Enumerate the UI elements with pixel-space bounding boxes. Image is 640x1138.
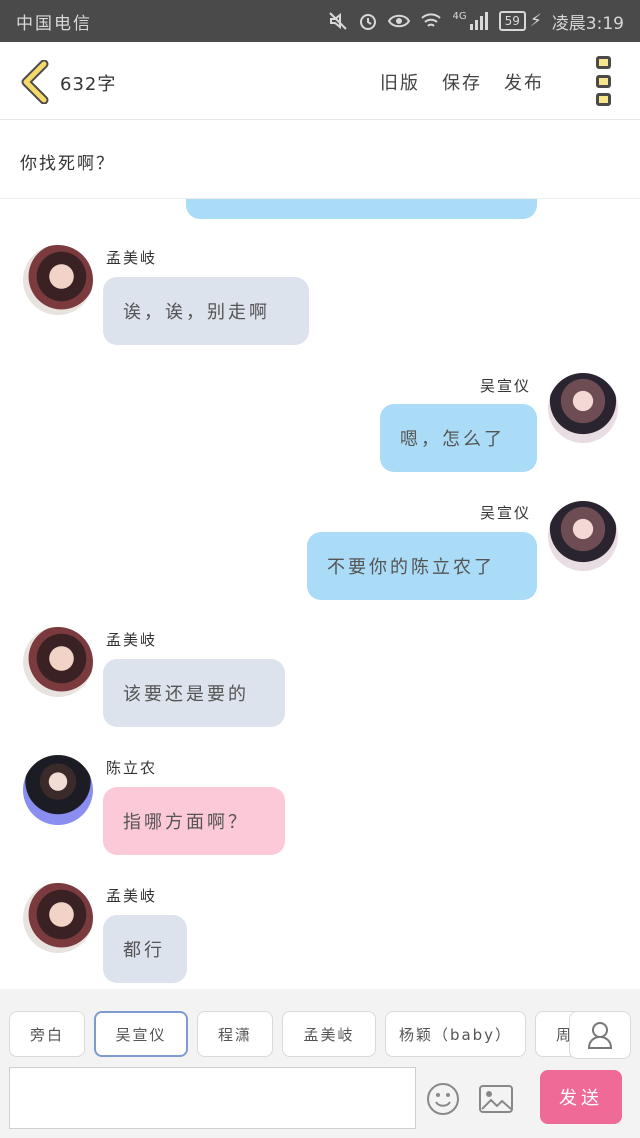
message-bubble[interactable]: 不要你的陈立农了 bbox=[307, 532, 537, 600]
avatar[interactable] bbox=[23, 755, 93, 825]
message-bubble[interactable]: 嗯，怎么了 bbox=[380, 404, 537, 472]
topic-text: 你找死啊？ bbox=[20, 154, 115, 174]
speaker-chip[interactable]: 杨颖（baby） bbox=[385, 1011, 526, 1057]
status-icons: 4G 59 ⚡ 凌晨3:19 bbox=[328, 9, 624, 34]
signal-icon bbox=[469, 12, 488, 30]
wifi-icon bbox=[421, 13, 442, 27]
speaker-name: 孟美岐 bbox=[106, 887, 158, 905]
emoji-icon[interactable] bbox=[426, 1082, 460, 1116]
user-icon bbox=[587, 1022, 613, 1049]
speaker-name: 孟美岐 bbox=[106, 631, 158, 649]
message-bubble[interactable]: 指哪方面啊？ bbox=[103, 787, 285, 855]
speaker-name: 吴宣仪 bbox=[480, 377, 532, 395]
avatar[interactable] bbox=[23, 627, 93, 697]
send-button[interactable]: 发送 bbox=[540, 1070, 622, 1124]
speaker-chip-bar[interactable]: 旁白 吴宣仪 程潇 孟美岐 杨颖（baby） 周 bbox=[0, 1011, 580, 1059]
editor-header: 632字 旧版 保存 发布 bbox=[0, 42, 640, 120]
message-input[interactable] bbox=[9, 1067, 416, 1129]
avatar[interactable] bbox=[548, 501, 618, 571]
speaker-chip[interactable]: 旁白 bbox=[9, 1011, 85, 1057]
status-bar: 中国电信 4G 59 ⚡ 凌晨3:19 bbox=[0, 0, 640, 42]
add-character-button[interactable] bbox=[569, 1011, 631, 1059]
message-bubble[interactable]: 都行 bbox=[103, 915, 187, 983]
message-bubble[interactable]: 诶，诶，别走啊 bbox=[103, 277, 309, 345]
speaker-chip[interactable]: 孟美岐 bbox=[282, 1011, 376, 1057]
carrier-label: 中国电信 bbox=[16, 13, 92, 34]
avatar[interactable] bbox=[548, 373, 618, 443]
eye-icon bbox=[388, 14, 411, 28]
speaker-name: 吴宣仪 bbox=[480, 504, 532, 522]
mute-icon bbox=[329, 12, 348, 30]
back-chevron-icon[interactable] bbox=[18, 60, 50, 104]
speaker-chip-active[interactable]: 吴宣仪 bbox=[94, 1011, 188, 1057]
avatar[interactable] bbox=[23, 883, 93, 953]
clock: 凌晨3:19 bbox=[551, 13, 624, 34]
message-bubble-partial[interactable] bbox=[186, 199, 537, 219]
image-icon[interactable] bbox=[478, 1084, 514, 1114]
composer-panel: 旁白 吴宣仪 程潇 孟美岐 杨颖（baby） 周 发送 bbox=[0, 989, 640, 1138]
chat-list[interactable]: 孟美岐 诶，诶，别走啊 吴宣仪 嗯，怎么了 吴宣仪 不要你的陈立农了 孟美岐 该… bbox=[0, 199, 640, 989]
message-bubble[interactable]: 该要还是要的 bbox=[103, 659, 285, 727]
charging-icon: ⚡ bbox=[529, 11, 542, 31]
network-type: 4G bbox=[452, 10, 467, 22]
old-version-button[interactable]: 旧版 bbox=[380, 69, 420, 95]
avatar[interactable] bbox=[23, 245, 93, 315]
speaker-name: 孟美岐 bbox=[106, 249, 158, 267]
speaker-chip[interactable]: 程潇 bbox=[197, 1011, 273, 1057]
more-menu-icon[interactable] bbox=[596, 56, 612, 106]
battery-icon: 59 bbox=[498, 11, 526, 31]
topic-bar[interactable]: 你找死啊？ bbox=[0, 121, 640, 199]
save-button[interactable]: 保存 bbox=[442, 69, 482, 95]
speaker-name: 陈立农 bbox=[106, 759, 158, 777]
publish-button[interactable]: 发布 bbox=[504, 69, 544, 95]
word-count-title: 632字 bbox=[60, 74, 117, 95]
header-actions: 旧版 保存 发布 bbox=[380, 69, 544, 95]
alarm-icon bbox=[360, 14, 377, 30]
